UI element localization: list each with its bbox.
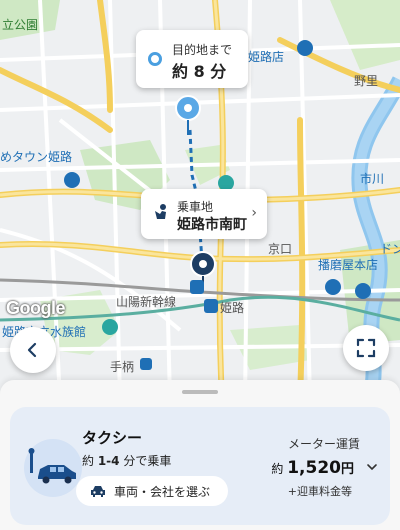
destination-eta-callout: 目的地まで 約 8 分 xyxy=(136,30,248,88)
taxi-icon xyxy=(28,448,76,484)
pickup-eta: 約 1-4 分で乗車 xyxy=(82,452,171,469)
car-icon xyxy=(91,486,105,497)
map-label-teno: 手柄 xyxy=(110,360,135,374)
taxi-illustration xyxy=(24,439,82,497)
pickup-address: 姫路市南町 xyxy=(177,217,247,233)
fullscreen-icon xyxy=(356,338,376,358)
google-logo: Google xyxy=(6,298,66,318)
pickup-fee-note: +迎車料金等 xyxy=(287,485,352,498)
service-name: タクシー xyxy=(82,429,143,447)
ride-request-screen: 立公園 姫路店 野里 めタウン姫路 京口 播磨屋本店 ドン 山陽新幹線 姫路 姫… xyxy=(0,0,400,530)
bottom-sheet: タクシー 約 1-4 分で乗車 車両・会社を選ぶ メーター運賃 約 1,520円… xyxy=(0,380,400,530)
eta-suffix: 分で乗車 xyxy=(119,454,172,468)
chevron-left-icon xyxy=(27,342,37,358)
sheet-drag-handle[interactable] xyxy=(182,390,218,394)
chevron-down-icon[interactable] xyxy=(366,461,378,473)
fare-amount: 1,520 xyxy=(287,458,341,478)
map-label-don: ドン xyxy=(380,242,400,256)
map-view[interactable]: 立公園 姫路店 野里 めタウン姫路 京口 播磨屋本店 ドン 山陽新幹線 姫路 姫… xyxy=(0,0,400,400)
map-label-nozato: 野里 xyxy=(354,74,379,88)
fare-unit: 円 xyxy=(340,462,354,477)
map-label-river: 市川 xyxy=(360,172,385,186)
fullscreen-button[interactable] xyxy=(343,325,389,371)
pickup-label: 乗車地 xyxy=(177,200,214,214)
map-label-park: 立公園 xyxy=(2,18,39,32)
eta-range: 1-4 xyxy=(97,454,120,468)
map-label-kyoguchi: 京口 xyxy=(268,242,293,256)
pickup-location-callout[interactable]: 乗車地 姫路市南町 › xyxy=(141,189,267,239)
pickup-person-icon xyxy=(155,204,166,219)
eta-prefix: 約 xyxy=(82,454,98,468)
fare-estimate: 約 1,520円 xyxy=(271,458,354,478)
map-label-harimaya: 播磨屋本店 xyxy=(318,258,379,272)
destination-label: 目的地まで xyxy=(172,43,233,57)
destination-icon xyxy=(148,52,162,66)
chevron-right-icon: › xyxy=(251,205,257,221)
destination-eta: 約 8 分 xyxy=(172,62,227,81)
taxi-option-card[interactable]: タクシー 約 1-4 分で乗車 車両・会社を選ぶ メーター運賃 約 1,520円… xyxy=(10,407,390,525)
map-label-himeji-store: 姫路店 xyxy=(248,50,285,64)
choose-vehicle-label: 車両・会社を選ぶ xyxy=(114,484,211,499)
map-label-himeji-station: 姫路 xyxy=(220,301,245,315)
fare-prefix: 約 xyxy=(271,462,288,476)
back-button[interactable] xyxy=(10,327,56,373)
meter-fare-label: メーター運賃 xyxy=(287,437,360,451)
map-label-shinkansen: 山陽新幹線 xyxy=(116,295,177,309)
map-label-mejitown: めタウン姫路 xyxy=(0,150,73,164)
choose-vehicle-company-button[interactable]: 車両・会社を選ぶ xyxy=(76,476,228,506)
